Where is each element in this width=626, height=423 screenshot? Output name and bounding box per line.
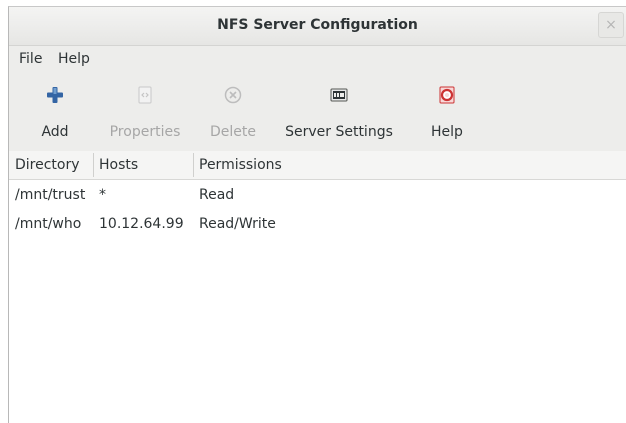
menu-bar: File Help <box>9 46 626 73</box>
cell-directory: /mnt/trust <box>15 187 86 203</box>
help-icon <box>439 86 455 104</box>
close-button[interactable]: × <box>598 12 624 38</box>
column-header-hosts[interactable]: Hosts <box>93 151 193 179</box>
help-label: Help <box>431 124 463 140</box>
delete-button[interactable]: Delete <box>207 79 259 145</box>
nfs-config-window: NFS Server Configuration × File Help Add… <box>8 6 626 423</box>
server-settings-button[interactable]: Server Settings <box>279 79 399 145</box>
menu-help[interactable]: Help <box>58 51 90 67</box>
properties-icon <box>138 86 152 104</box>
properties-button[interactable]: Properties <box>104 79 186 145</box>
server-settings-icon <box>330 88 348 102</box>
add-button[interactable]: Add <box>33 79 77 145</box>
delete-label: Delete <box>210 124 256 140</box>
column-header-directory[interactable]: Directory <box>9 151 93 179</box>
table-row[interactable]: /mnt/who 10.12.64.99 Read/Write <box>9 210 626 238</box>
help-button[interactable]: Help <box>427 79 467 145</box>
cell-permissions: Read/Write <box>199 216 276 232</box>
add-label: Add <box>41 124 69 140</box>
cell-hosts: * <box>99 187 106 203</box>
server-settings-label: Server Settings <box>285 124 393 140</box>
title-bar[interactable]: NFS Server Configuration × <box>9 7 626 46</box>
cell-directory: /mnt/who <box>15 216 82 232</box>
plus-icon <box>47 87 63 103</box>
table-row[interactable]: /mnt/trust * Read <box>9 181 626 209</box>
exports-table: Directory Hosts Permissions /mnt/trust *… <box>9 151 626 423</box>
menu-file[interactable]: File <box>19 51 42 67</box>
properties-label: Properties <box>109 124 181 140</box>
table-header: Directory Hosts Permissions <box>9 151 626 180</box>
cell-hosts: 10.12.64.99 <box>99 216 184 232</box>
column-header-permissions[interactable]: Permissions <box>193 151 393 179</box>
window-title: NFS Server Configuration <box>217 17 418 33</box>
toolbar: Add Properties Delete Server Settings He… <box>9 73 626 152</box>
cell-permissions: Read <box>199 187 235 203</box>
delete-icon <box>224 86 242 104</box>
